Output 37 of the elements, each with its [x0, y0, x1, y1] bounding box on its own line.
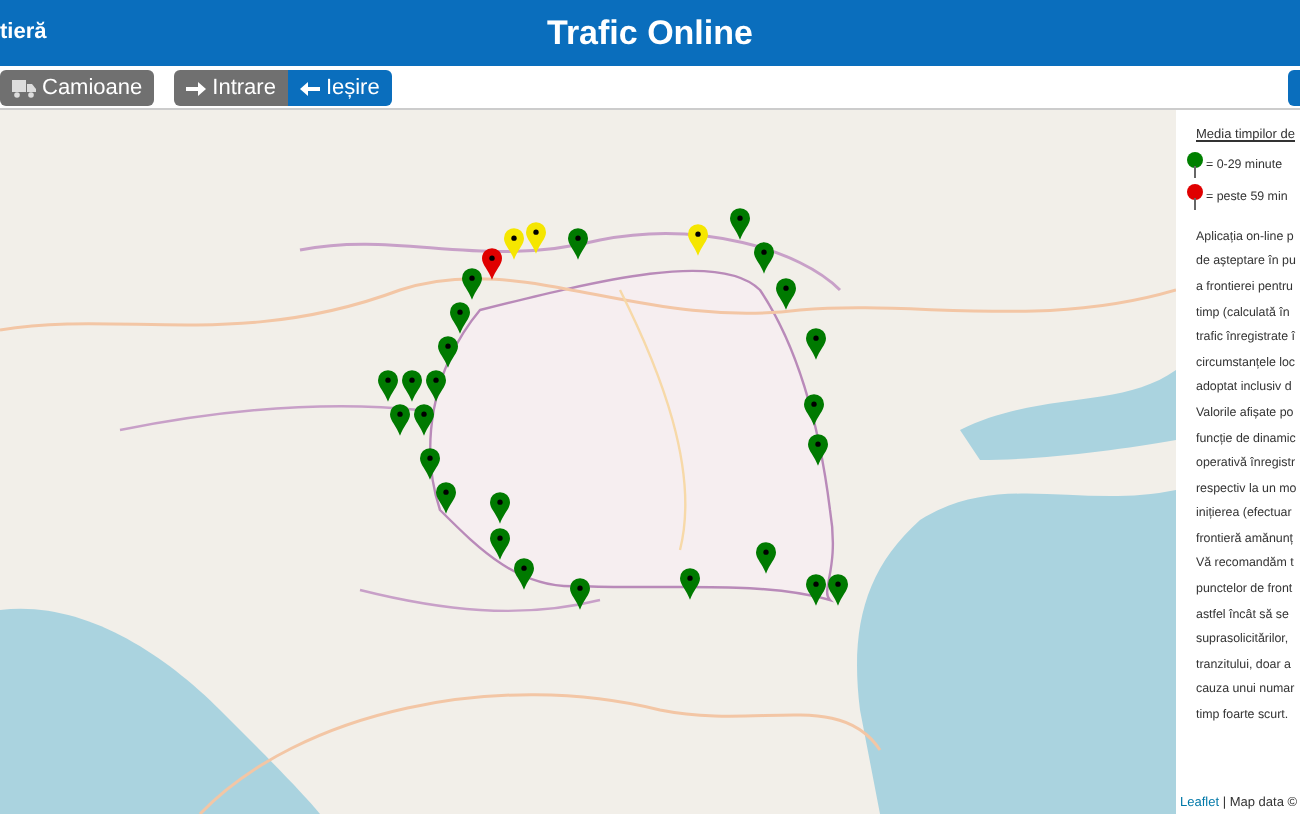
- map-pin-icon[interactable]: [776, 278, 796, 310]
- map-pin-icon[interactable]: [450, 302, 470, 334]
- trucks-button[interactable]: Camioane: [0, 70, 155, 106]
- map-pin-icon[interactable]: [490, 492, 510, 524]
- map-pin-icon[interactable]: [438, 336, 458, 368]
- arrow-left-icon: [299, 79, 320, 97]
- map-pin-icon[interactable]: [482, 248, 502, 280]
- map-pin-icon[interactable]: [490, 528, 510, 560]
- page-title: Trafic Online: [547, 14, 753, 52]
- map-pin-icon[interactable]: [570, 578, 590, 610]
- arrow-right-icon: [186, 79, 207, 97]
- map-pin-icon[interactable]: [436, 482, 456, 514]
- app-title: tieră: [0, 18, 47, 48]
- map-pin-icon[interactable]: [420, 448, 440, 480]
- map-pin-icon[interactable]: [390, 404, 410, 436]
- map-pin-icon[interactable]: [756, 542, 776, 574]
- map-pin-icon[interactable]: [378, 370, 398, 402]
- map-pin-icon[interactable]: [806, 328, 826, 360]
- exit-tab[interactable]: Ieșire: [287, 70, 392, 106]
- map-pin-icon[interactable]: [754, 242, 774, 274]
- map-pin-icon[interactable]: [568, 228, 588, 260]
- map-pin-icon[interactable]: [806, 574, 826, 606]
- map-pin-icon[interactable]: [526, 222, 546, 254]
- map-pin-icon[interactable]: [414, 404, 434, 436]
- map-pin-icon[interactable]: [402, 370, 422, 402]
- map-pin-icon[interactable]: [680, 568, 700, 600]
- truck-icon: [12, 79, 36, 97]
- map-pin-icon[interactable]: [804, 394, 824, 426]
- map-pin-icon[interactable]: [514, 558, 534, 590]
- map-pin-icon[interactable]: [426, 370, 446, 402]
- map-pin-icon[interactable]: [504, 228, 524, 260]
- map-pin-icon[interactable]: [688, 224, 708, 256]
- map-pin-icon[interactable]: [462, 268, 482, 300]
- map-pin-icon[interactable]: [828, 574, 848, 606]
- map-pin-icon[interactable]: [730, 208, 750, 240]
- map-pin-icon[interactable]: [808, 434, 828, 466]
- entry-tab[interactable]: Intrare: [174, 70, 288, 106]
